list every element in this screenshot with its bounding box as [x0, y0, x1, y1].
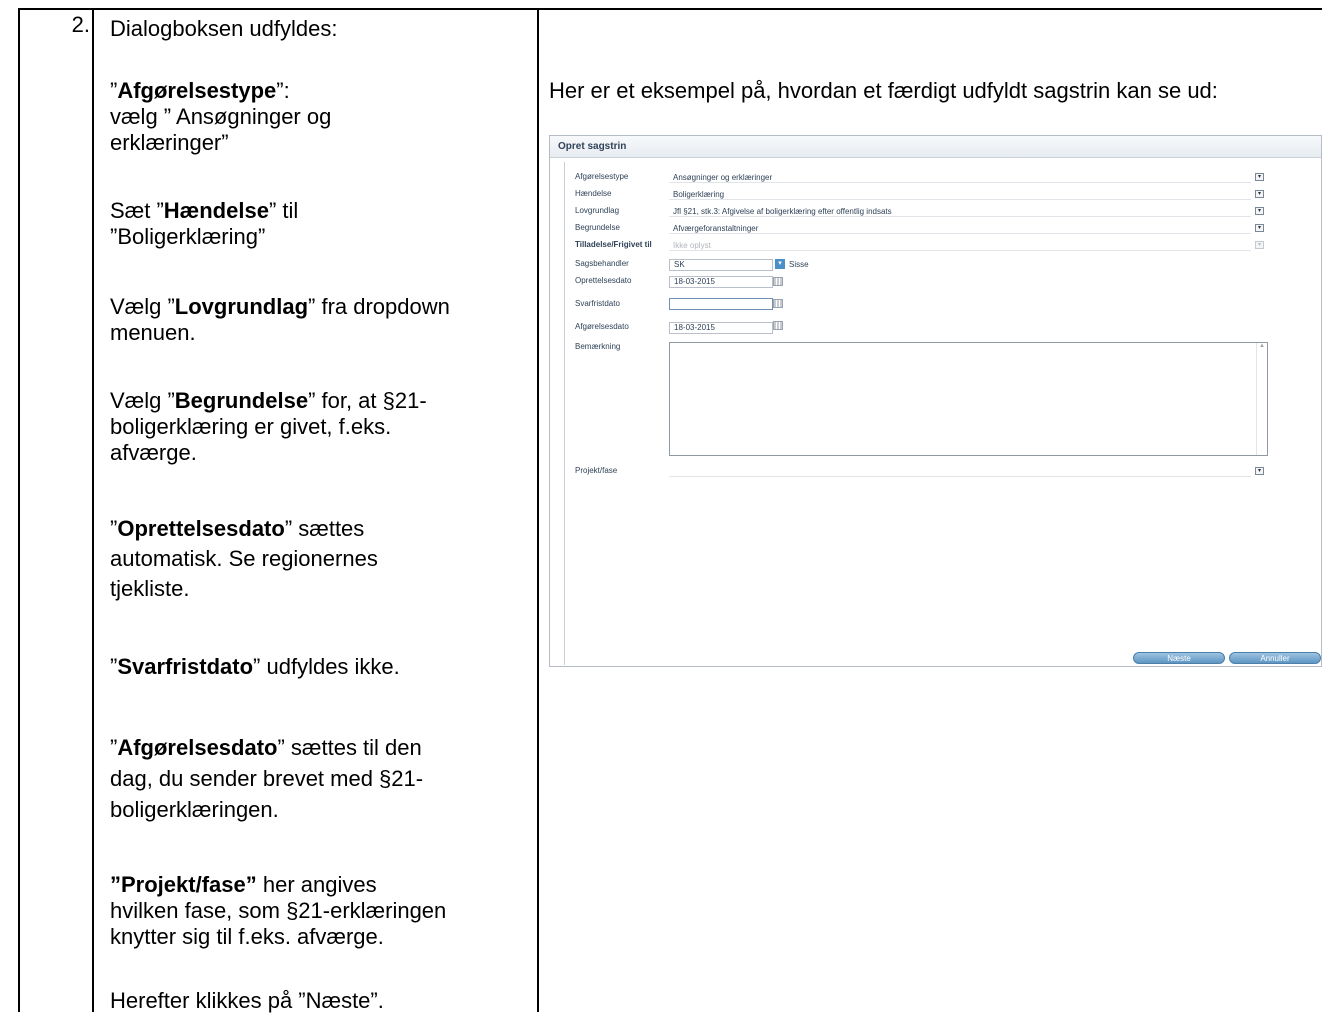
- begrundelse-label: Begrundelse: [575, 223, 620, 232]
- svarfristdato-input[interactable]: [669, 298, 773, 310]
- table-top-border: [18, 8, 1322, 10]
- sagsbehandler-name: Sisse: [789, 260, 809, 269]
- remark-scrollbar[interactable]: ▲: [1256, 343, 1267, 455]
- lovgrundlag-value: Jfl §21, stk.3: Afgivelse af boligerklær…: [673, 207, 892, 216]
- afgorelsesdato-label: Afgørelsesdato: [575, 322, 629, 331]
- next-button[interactable]: Næste: [1133, 652, 1225, 664]
- afgorelsestype-label: Afgørelsestype: [575, 172, 629, 181]
- projekt-dropdown-icon[interactable]: ▾: [1255, 467, 1264, 475]
- haendelse-label: Hændelse: [575, 189, 612, 198]
- example-intro: Her er et eksempel på, hvordan et færdig…: [549, 78, 1218, 103]
- instruction-haendelse: Sæt ”Hændelse” til ”Boligerklæring”: [110, 198, 299, 249]
- instruction-afgorelsestype: ”Afgørelsestype”: vælg ” Ansøgninger og …: [110, 78, 332, 155]
- instruction-afgorelsesdato: ”Afgørelsesdato” sættes til den dag, du …: [110, 735, 424, 822]
- bemaerkning-textarea[interactable]: ▲: [669, 342, 1268, 456]
- cancel-button[interactable]: Annuller: [1229, 652, 1321, 664]
- oprettelsesdato-input[interactable]: 18-03-2015: [669, 276, 773, 288]
- sagsbehandler-input[interactable]: SK: [669, 259, 773, 271]
- haendelse-select[interactable]: [669, 189, 1251, 200]
- instruction-intro: Dialogboksen udfyldes:: [110, 16, 338, 41]
- projekt-select[interactable]: [669, 466, 1251, 477]
- lovgrundlag-label: Lovgrundlag: [575, 206, 620, 215]
- afgorelsesdato-calendar-icon[interactable]: [773, 321, 783, 330]
- projekt-label: Projekt/fase: [575, 466, 618, 475]
- lovgrundlag-dropdown-icon[interactable]: ▾: [1255, 207, 1264, 215]
- afgorelsesdato-input[interactable]: 18-03-2015: [669, 322, 773, 334]
- haendelse-value: Boligerklæring: [673, 190, 725, 199]
- afgorelsestype-value: Ansøgninger og erklæringer: [673, 173, 773, 182]
- instruction-lovgrundlag: Vælg ”Lovgrundlag” fra dropdown menuen.: [110, 294, 450, 345]
- tilladelse-label: Tilladelse/Frigivet til: [575, 240, 652, 249]
- create-case-step-dialog: Opret sagstrin Afgørelsestype Ansøgninge…: [549, 135, 1322, 667]
- haendelse-dropdown-icon[interactable]: ▾: [1255, 190, 1264, 198]
- instruction-final: Herefter klikkes på ”Næste”.: [110, 988, 384, 1013]
- dialog-title: Opret sagstrin: [550, 136, 1321, 158]
- table-left-border: [18, 8, 20, 1012]
- begrundelse-dropdown-icon[interactable]: ▾: [1255, 224, 1264, 232]
- oprettelsesdato-label: Oprettelsesdato: [575, 276, 632, 285]
- tilladelse-dropdown-icon: ▾: [1255, 241, 1264, 249]
- afgorelsestype-dropdown-icon[interactable]: ▾: [1255, 173, 1264, 181]
- instruction-svarfristdato: ”Svarfristdato” udfyldes ikke.: [110, 654, 400, 679]
- bemaerkning-label: Bemærkning: [575, 342, 621, 351]
- tilladelse-value: Ikke oplyst: [673, 241, 711, 250]
- table-column-divider: [537, 8, 539, 1012]
- svarfristdato-calendar-icon[interactable]: [773, 299, 783, 308]
- sagsbehandler-label: Sagsbehandler: [575, 259, 629, 268]
- instruction-oprettelsesdato: ”Oprettelsesdato” sættes automatisk. Se …: [110, 516, 378, 601]
- user-lookup-icon[interactable]: ▾: [775, 259, 785, 269]
- dialog-body: Afgørelsestype Ansøgninger og erklæringe…: [564, 162, 1321, 665]
- begrundelse-value: Afværgeforanstaltninger: [673, 224, 759, 233]
- instruction-projekt: ”Projekt/fase” her angives hvilken fase,…: [110, 872, 447, 949]
- oprettelsesdato-calendar-icon[interactable]: [773, 277, 783, 286]
- svarfristdato-label: Svarfristdato: [575, 299, 620, 308]
- step-number: 2.: [71, 12, 90, 37]
- instruction-begrundelse: Vælg ”Begrundelse” for, at §21- boligerk…: [110, 388, 427, 465]
- tilladelse-select: [669, 240, 1251, 251]
- table-number-divider: [92, 8, 94, 1012]
